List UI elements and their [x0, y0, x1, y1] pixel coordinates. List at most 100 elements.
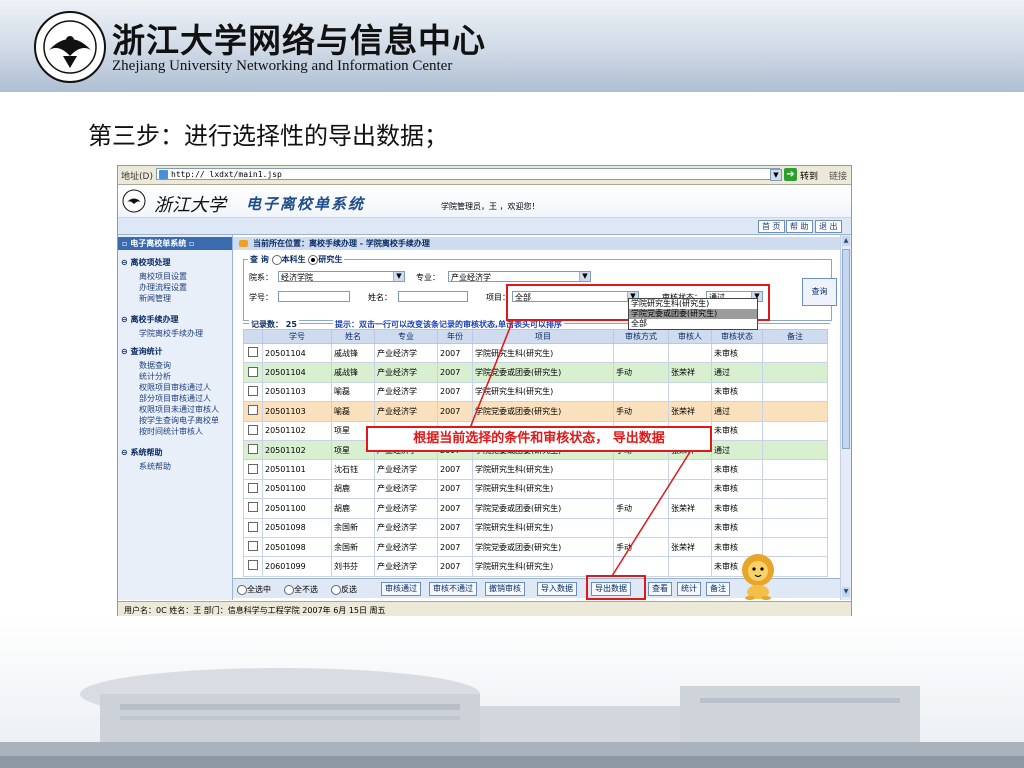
nav-help[interactable]: 帮 助: [786, 220, 813, 233]
stats-button[interactable]: 统计: [677, 582, 701, 596]
row-checkbox-cell[interactable]: [243, 342, 263, 364]
scroll-thumb[interactable]: [842, 249, 850, 449]
import-button[interactable]: 导入数据: [537, 582, 577, 596]
table-cell: 20601099: [262, 556, 332, 577]
table-cell: [762, 439, 828, 461]
reject-button[interactable]: 审核不通过: [429, 582, 477, 596]
row-checkbox-cell[interactable]: [243, 536, 263, 558]
radio-undergrad[interactable]: [271, 254, 282, 265]
select-none-radio[interactable]: 全不选: [284, 584, 318, 595]
col-header[interactable]: 项目: [472, 329, 614, 344]
sidebar-item-statistics[interactable]: 统计分析: [139, 371, 171, 382]
major-select[interactable]: 产业经济学 ▼: [448, 271, 591, 282]
dropdown-option[interactable]: 全部: [629, 319, 757, 329]
table-cell: 2007: [437, 381, 473, 403]
row-checkbox[interactable]: [248, 405, 258, 416]
row-checkbox-cell[interactable]: [243, 478, 263, 500]
row-checkbox[interactable]: [248, 347, 258, 358]
dropdown-option[interactable]: 学院研究生科(研究生): [629, 299, 757, 309]
col-header[interactable]: 学号: [262, 329, 332, 344]
student-id-input[interactable]: [278, 291, 350, 302]
row-checkbox[interactable]: [248, 463, 258, 474]
row-checkbox-cell[interactable]: [243, 381, 263, 403]
row-checkbox[interactable]: [248, 424, 258, 435]
scroll-up-icon[interactable]: ▲: [842, 236, 850, 246]
links-button[interactable]: 链接: [829, 169, 847, 182]
table-row[interactable]: 20501103 喻磊 产业经济学 2007 学院研究生科(研究生) 未审核: [243, 381, 828, 403]
sidebar-item-rejected-auditors[interactable]: 权限项目未通过审核人: [139, 404, 219, 415]
note-button[interactable]: 备注: [706, 582, 730, 596]
row-checkbox-cell[interactable]: [243, 362, 263, 383]
sidebar-item-college-procedures[interactable]: 学院离校手续办理: [139, 328, 203, 339]
col-header[interactable]: 审核方式: [613, 329, 669, 344]
nav-home[interactable]: 首 页: [758, 220, 785, 233]
row-checkbox[interactable]: [248, 444, 258, 455]
row-checkbox[interactable]: [248, 385, 258, 396]
row-checkbox[interactable]: [248, 560, 258, 571]
go-button[interactable]: 转到: [800, 169, 818, 182]
table-row[interactable]: 20501104 戚战锋 产业经济学 2007 学院研究生科(研究生) 未审核: [243, 342, 828, 364]
row-checkbox-cell[interactable]: [243, 498, 263, 519]
col-header[interactable]: 专业: [374, 329, 438, 344]
row-checkbox-cell[interactable]: [243, 420, 263, 441]
row-checkbox-cell[interactable]: [243, 459, 263, 480]
table-row[interactable]: 20501104 戚战锋 产业经济学 2007 学院党委或团委(研究生) 手动 张荣祥 通过: [243, 362, 828, 383]
sidebar-item-item-setup[interactable]: 离校项目设置: [139, 271, 187, 282]
approve-button[interactable]: 审核通过: [381, 582, 421, 596]
sidebar-item-data-query[interactable]: 数据查询: [139, 360, 171, 371]
row-checkbox[interactable]: [248, 521, 258, 532]
col-header[interactable]: 备注: [762, 329, 828, 344]
go-arrow-icon[interactable]: ➔: [784, 168, 797, 181]
col-header[interactable]: 审核状态: [711, 329, 763, 344]
dept-select[interactable]: 经济学院 ▼: [278, 271, 405, 282]
table-row[interactable]: 20501098 余国新 产业经济学 2007 学院研究生科(研究生) 未审核: [243, 517, 828, 538]
search-button[interactable]: 查询: [802, 278, 837, 306]
table-row[interactable]: 20501103 喻磊 产业经济学 2007 学院党委或团委(研究生) 手动 张荣祥 通过: [243, 401, 828, 422]
select-all-radio[interactable]: 全选中: [237, 584, 271, 595]
table-cell: 喻磊: [331, 381, 375, 403]
col-header[interactable]: 审核人: [668, 329, 712, 344]
sidebar-section-query-stats[interactable]: ⊖ 查询统计: [121, 346, 163, 357]
sidebar-item-news[interactable]: 新闻管理: [139, 293, 171, 304]
sidebar-section-procedures[interactable]: ⊖ 离校手续办理: [121, 314, 179, 325]
item-dropdown-list[interactable]: 学院研究生科(研究生) 学院党委或团委(研究生) 全部: [628, 298, 758, 330]
row-checkbox-cell[interactable]: [243, 401, 263, 422]
dropdown-option-selected[interactable]: 学院党委或团委(研究生): [629, 309, 757, 319]
table-cell: 2007: [437, 459, 473, 480]
revoke-button[interactable]: 撤销审核: [485, 582, 525, 596]
row-checkbox-cell[interactable]: [243, 439, 263, 461]
table-cell: 通过: [711, 439, 763, 461]
sidebar-section-leave-items[interactable]: ⊖ 离校项处理: [121, 257, 171, 268]
scroll-down-icon[interactable]: ▼: [842, 587, 850, 597]
table-cell: 20501102: [262, 420, 332, 441]
sidebar-item-time-stats[interactable]: 按时间统计审核人: [139, 426, 203, 437]
vertical-scrollbar[interactable]: ▲ ▼: [840, 235, 851, 600]
table-row[interactable]: 20501100 胡鹿 产业经济学 2007 学院党委或团委(研究生) 手动 张荣祥 未审核: [243, 498, 828, 519]
invert-select-radio[interactable]: 反选: [331, 584, 357, 595]
table-row[interactable]: 20501101 沈石钰 产业经济学 2007 学院研究生科(研究生) 未审核: [243, 459, 828, 480]
sidebar: ▫ 电子离校单系统 ▫ ⊖ 离校项处理 离校项目设置 办理流程设置 新闻管理 ⊖…: [118, 235, 233, 600]
sidebar-section-help[interactable]: ⊖ 系统帮助: [121, 447, 163, 458]
url-field[interactable]: http:// lxdxt/main1.jsp: [156, 168, 780, 180]
nav-logout[interactable]: 退 出: [815, 220, 842, 233]
name-input[interactable]: [398, 291, 468, 302]
sidebar-item-partial-auditors[interactable]: 部分项目审核通过人: [139, 393, 211, 404]
col-header[interactable]: [243, 329, 263, 344]
sidebar-item-student-query[interactable]: 按学生查询电子离校单: [139, 415, 219, 426]
row-checkbox-cell[interactable]: [243, 517, 263, 538]
sidebar-item-approved-auditors[interactable]: 权限项目审核通过人: [139, 382, 211, 393]
radio-grad[interactable]: [308, 254, 319, 265]
col-header[interactable]: 年份: [437, 329, 473, 344]
row-checkbox[interactable]: [248, 541, 258, 552]
table-row[interactable]: 20501100 胡鹿 产业经济学 2007 学院研究生科(研究生) 未审核: [243, 478, 828, 500]
row-checkbox[interactable]: [248, 366, 258, 377]
row-checkbox[interactable]: [248, 482, 258, 493]
sidebar-item-system-help[interactable]: 系统帮助: [139, 461, 171, 472]
url-dropdown-icon[interactable]: ▼: [770, 169, 782, 181]
sidebar-item-flow-setup[interactable]: 办理流程设置: [139, 282, 187, 293]
row-checkbox-cell[interactable]: [243, 556, 263, 577]
view-button[interactable]: 查看: [648, 582, 672, 596]
col-header[interactable]: 姓名: [331, 329, 375, 344]
row-checkbox[interactable]: [248, 502, 258, 513]
query-legend: 查 询 本科生 研究生: [248, 254, 345, 265]
